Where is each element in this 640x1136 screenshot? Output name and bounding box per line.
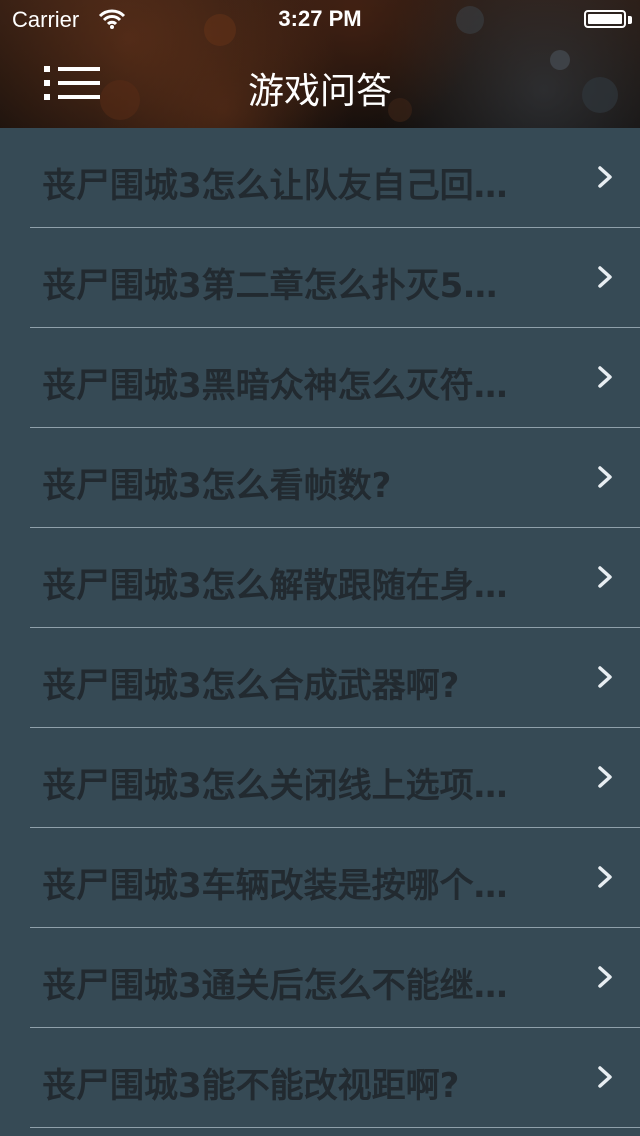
battery-tip: [628, 16, 632, 24]
chevron-right-icon: [598, 966, 612, 988]
chevron-right-icon: [598, 766, 612, 788]
list-item[interactable]: 丧尸围城3通关后怎么不能继…: [0, 928, 640, 1028]
list-item[interactable]: 丧尸围城3怎么让队友自己回…: [0, 128, 640, 228]
chevron-right-icon: [598, 566, 612, 588]
list-item-label: 丧尸围城3怎么解散跟随在身…: [42, 566, 508, 606]
list-item-label: 丧尸围城3怎么合成武器啊?: [42, 666, 460, 706]
list-item[interactable]: 丧尸围城3车辆改装是按哪个…: [0, 828, 640, 928]
row-divider: [30, 1127, 640, 1128]
list-item-label: 丧尸围城3车辆改装是按哪个…: [42, 866, 508, 906]
chevron-right-icon: [598, 866, 612, 888]
list-item[interactable]: 丧尸围城3怎么看帧数?: [0, 428, 640, 528]
list-item[interactable]: 丧尸围城3黑暗众神怎么灭符…: [0, 328, 640, 428]
list-item-label: 丧尸围城3怎么关闭线上选项…: [42, 766, 508, 806]
chevron-right-icon: [598, 266, 612, 288]
chevron-right-icon: [598, 666, 612, 688]
page-title: 游戏问答: [247, 71, 392, 112]
question-list: 丧尸围城3怎么让队友自己回… 丧尸围城3第二章怎么扑灭5… 丧尸围城3黑暗众神怎么灭…: [0, 128, 640, 1128]
list-item-label: 丧尸围城3通关后怎么不能继…: [42, 966, 508, 1006]
list-item-label: 丧尸围城3怎么让队友自己回…: [42, 166, 508, 206]
status-bar: Carrier 3:27 PM: [0, 0, 640, 40]
list-item-label: 丧尸围城3第二章怎么扑灭5…: [42, 266, 498, 306]
list-item-label: 丧尸围城3黑暗众神怎么灭符…: [42, 366, 508, 406]
chevron-right-icon: [598, 166, 612, 188]
list-item[interactable]: 丧尸围城3怎么合成武器啊?: [0, 628, 640, 728]
list-item[interactable]: 丧尸围城3能不能改视距啊?: [0, 1028, 640, 1128]
list-item[interactable]: 丧尸围城3怎么解散跟随在身…: [0, 528, 640, 628]
list-item-label: 丧尸围城3怎么看帧数?: [42, 466, 392, 506]
status-time: 3:27 PM: [278, 6, 362, 31]
battery-level: [588, 14, 622, 24]
battery-icon: [584, 10, 626, 28]
chevron-right-icon: [598, 466, 612, 488]
chevron-right-icon: [598, 366, 612, 388]
header: Carrier 3:27 PM 游戏问答: [0, 0, 640, 128]
list-item[interactable]: 丧尸围城3第二章怎么扑灭5…: [0, 228, 640, 328]
chevron-right-icon: [598, 1066, 612, 1088]
list-item[interactable]: 丧尸围城3怎么关闭线上选项…: [0, 728, 640, 828]
list-item-label: 丧尸围城3能不能改视距啊?: [42, 1066, 460, 1106]
